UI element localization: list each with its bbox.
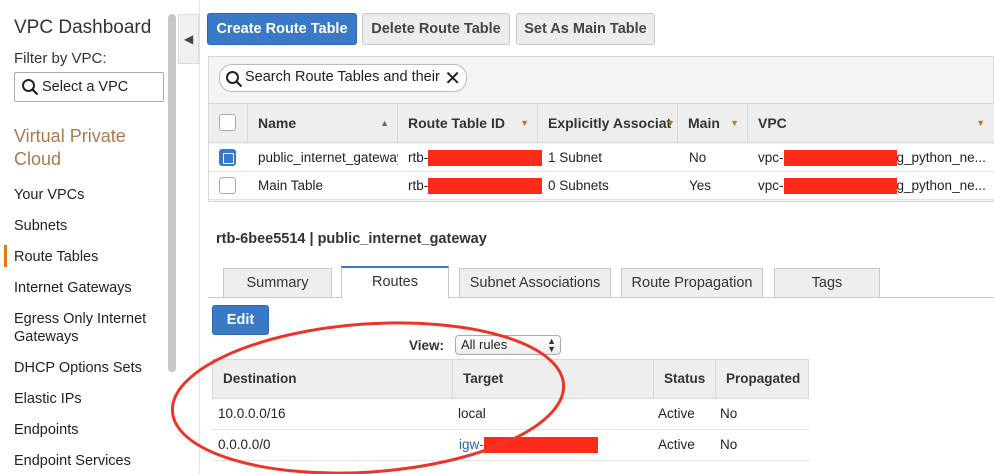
- detail-tabs: Summary Routes Subnet Associations Route…: [208, 266, 994, 299]
- column-header-name[interactable]: Name ▲: [247, 104, 397, 142]
- sidebar-title[interactable]: VPC Dashboard: [14, 17, 151, 39]
- sidebar-item-your-vpcs[interactable]: Your VPCs: [14, 186, 162, 204]
- set-as-main-table-button[interactable]: Set As Main Table: [516, 13, 655, 45]
- sidebar-item-elastic-ips[interactable]: Elastic IPs: [14, 390, 162, 408]
- sidebar-item-subnets[interactable]: Subnets: [14, 217, 162, 235]
- tab-summary[interactable]: Summary: [223, 268, 332, 298]
- redaction-mark: [483, 437, 598, 454]
- sort-ascending-icon[interactable]: ▲: [380, 104, 389, 142]
- sort-icon[interactable]: ▼: [666, 104, 675, 142]
- vpc-filter-placeholder: Select a VPC: [42, 79, 129, 95]
- column-header-status[interactable]: Status: [653, 360, 715, 398]
- view-filter-value: All rules: [461, 337, 508, 352]
- redaction-mark: [428, 150, 543, 167]
- delete-route-table-button[interactable]: Delete Route Table: [362, 13, 510, 45]
- create-route-table-button[interactable]: Create Route Table: [207, 13, 357, 45]
- redaction-mark: [783, 178, 897, 195]
- route-target-link[interactable]: igw-: [459, 430, 598, 460]
- column-header-label: Name: [258, 115, 297, 131]
- updown-arrows-icon: ▲ ▼: [547, 336, 556, 354]
- column-header-target[interactable]: Target: [452, 360, 653, 398]
- route-row: 10.0.0.0/16 local Active No: [212, 399, 809, 430]
- row-main: No: [689, 150, 707, 165]
- row-explicit-association: 0 Subnets: [548, 178, 609, 193]
- route-destination: 0.0.0.0/0: [218, 437, 271, 452]
- sidebar-item-egress-only-gateways[interactable]: Egress Only Internet Gateways: [14, 310, 162, 346]
- tab-route-propagation[interactable]: Route Propagation: [621, 268, 763, 298]
- chevron-left-icon: ◀: [184, 32, 194, 46]
- route-target: local: [458, 406, 486, 421]
- vpc-prefix: vpc-: [758, 178, 784, 193]
- table-row[interactable]: Main Table rtb- 0 Subnets Yes vpc-g_pyth…: [209, 172, 994, 200]
- sort-icon[interactable]: ▼: [976, 104, 985, 142]
- sidebar-item-internet-gateways[interactable]: Internet Gateways: [14, 279, 162, 297]
- row-vpc: vpc-g_python_ne...: [758, 144, 994, 172]
- edit-routes-button[interactable]: Edit: [212, 305, 269, 335]
- route-row: 0.0.0.0/0 igw- Active No: [212, 430, 809, 461]
- column-header-label: Route Table ID: [408, 115, 505, 131]
- row-vpc: vpc-g_python_ne...: [758, 172, 994, 200]
- sort-icon[interactable]: ▼: [730, 104, 739, 142]
- sidebar-item-dhcp-options[interactable]: DHCP Options Sets: [14, 359, 162, 377]
- detail-title: rtb-6bee5514 | public_internet_gateway: [216, 231, 487, 247]
- row-route-table-id: rtb-: [408, 144, 546, 172]
- redaction-mark: [783, 150, 897, 167]
- tab-tags[interactable]: Tags: [774, 268, 880, 298]
- sidebar-item-route-tables[interactable]: Route Tables: [4, 245, 162, 267]
- column-header-main[interactable]: Main ▼: [677, 104, 747, 142]
- sort-icon[interactable]: ▼: [520, 104, 529, 142]
- column-header-label: VPC: [758, 115, 787, 131]
- divider: [199, 0, 200, 474]
- id-prefix: rtb-: [408, 150, 429, 165]
- route-status: Active: [658, 437, 695, 452]
- sidebar-section-vpc[interactable]: Virtual Private Cloud: [14, 125, 164, 171]
- search-input[interactable]: [245, 69, 445, 85]
- search-icon: [22, 79, 39, 96]
- sidebar-item-endpoint-services[interactable]: Endpoint Services: [14, 452, 162, 470]
- tab-subnet-associations[interactable]: Subnet Associations: [459, 268, 611, 298]
- clear-search-icon[interactable]: ✕: [444, 66, 461, 91]
- column-header-destination[interactable]: Destination: [213, 360, 452, 398]
- route-propagated: No: [720, 406, 738, 421]
- column-header-route-table-id[interactable]: Route Table ID ▼: [397, 104, 537, 142]
- vpc-suffix: g_python_ne...: [896, 150, 986, 165]
- table-header: Name ▲ Route Table ID ▼ Explicitly Assoc…: [209, 103, 994, 143]
- select-all-checkbox[interactable]: [219, 114, 236, 131]
- search-box[interactable]: ✕: [219, 64, 467, 92]
- row-name: Main Table: [258, 178, 324, 193]
- column-header-explicitly-associated[interactable]: Explicitly Associat ▼: [537, 104, 677, 142]
- target-prefix: igw-: [459, 437, 484, 452]
- tab-routes[interactable]: Routes: [341, 266, 449, 299]
- row-name: public_internet_gateway: [258, 150, 398, 165]
- row-explicit-association: 1 Subnet: [548, 150, 603, 165]
- row-checkbox[interactable]: [219, 177, 236, 194]
- row-route-table-id: rtb-: [408, 172, 546, 200]
- search-icon: [226, 71, 243, 88]
- id-prefix: rtb-: [408, 178, 429, 193]
- sidebar-scrollbar[interactable]: [168, 14, 176, 372]
- sidebar-collapse-toggle[interactable]: ◀: [178, 14, 199, 64]
- column-header-propagated[interactable]: Propagated: [715, 360, 810, 398]
- row-main: Yes: [689, 178, 712, 193]
- route-propagated: No: [720, 437, 738, 452]
- redaction-mark: [428, 178, 543, 195]
- routes-table-header: Destination Target Status Propagated: [212, 359, 809, 399]
- vpc-filter-select[interactable]: Select a VPC: [14, 72, 164, 102]
- column-header-label: Explicitly Associat: [548, 115, 672, 131]
- sidebar-item-endpoints[interactable]: Endpoints: [14, 421, 162, 439]
- table-row[interactable]: public_internet_gateway rtb- 1 Subnet No…: [209, 144, 994, 172]
- route-tables-grid: ✕ Name ▲ Route Table ID ▼ Explicitly Ass…: [208, 56, 994, 202]
- filter-label: Filter by VPC:: [14, 50, 107, 67]
- row-checkbox[interactable]: [219, 149, 236, 166]
- route-status: Active: [658, 406, 695, 421]
- route-destination: 10.0.0.0/16: [218, 406, 286, 421]
- vpc-suffix: g_python_ne...: [896, 178, 986, 193]
- column-header-vpc[interactable]: VPC ▼: [747, 104, 993, 142]
- sidebar: VPC Dashboard Filter by VPC: Select a VP…: [0, 0, 178, 474]
- view-filter-select[interactable]: All rules ▲ ▼: [455, 335, 561, 355]
- column-header-label: Main: [688, 115, 720, 131]
- vpc-prefix: vpc-: [758, 150, 784, 165]
- view-filter-label: View:: [409, 338, 445, 353]
